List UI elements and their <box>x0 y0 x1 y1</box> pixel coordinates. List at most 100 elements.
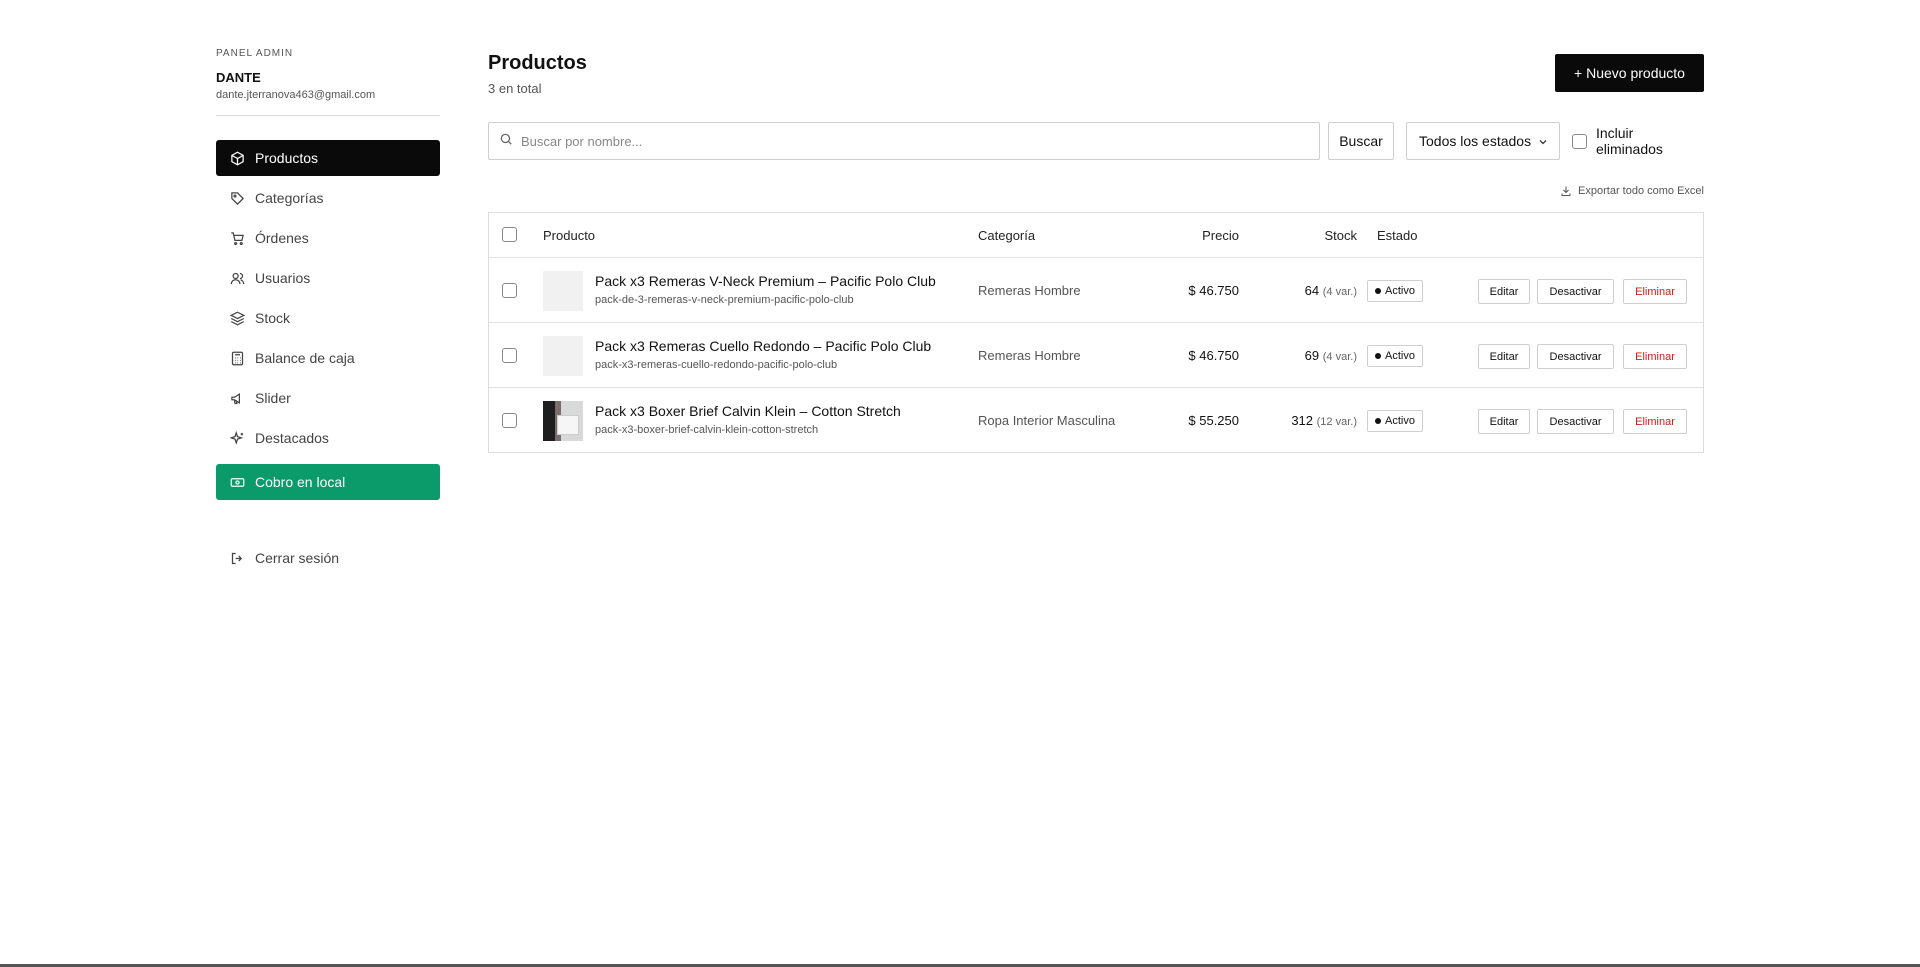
table-row: Pack x3 Remeras Cuello Redondo – Pacific… <box>489 322 1703 387</box>
include-deleted-toggle[interactable]: Incluir eliminados <box>1572 122 1704 160</box>
megaphone-icon <box>228 389 246 407</box>
sidebar-item-label: Stock <box>255 310 291 326</box>
stock-variants: (12 var.) <box>1316 416 1357 428</box>
product-slug: pack-x3-remeras-cuello-redondo-pacific-p… <box>595 359 838 371</box>
sparkles-icon <box>228 429 246 447</box>
row-checkbox[interactable] <box>502 283 517 298</box>
status-dot-icon <box>1375 353 1381 359</box>
deactivate-button[interactable]: Desactivar <box>1537 279 1614 304</box>
delete-button[interactable]: Eliminar <box>1623 344 1687 369</box>
box-icon <box>228 149 246 167</box>
status-badge: Activo <box>1367 345 1423 367</box>
sidebar-item-label: Usuarios <box>255 270 311 286</box>
column-header-product: Producto <box>543 228 596 243</box>
table-header: Producto Categoría Precio Stock Estado <box>489 213 1703 257</box>
sidebar-item-slider[interactable]: Slider <box>216 380 440 416</box>
stock-variants: (4 var.) <box>1322 351 1357 363</box>
stock-count: 312 <box>1291 413 1314 428</box>
column-header-status: Estado <box>1377 228 1418 243</box>
product-category: Remeras Hombre <box>978 283 1081 298</box>
sidebar-item-usuarios[interactable]: Usuarios <box>216 260 440 296</box>
sidebar-item-categorias[interactable]: Categorías <box>216 180 440 216</box>
status-select[interactable]: Todos los estados <box>1406 122 1560 160</box>
row-checkbox[interactable] <box>502 413 517 428</box>
calculator-icon <box>228 349 246 367</box>
panel-kicker: PANEL ADMIN <box>216 48 294 59</box>
edit-button[interactable]: Editar <box>1478 344 1530 369</box>
user-name: DANTE <box>216 70 261 85</box>
stock-variants: (4 var.) <box>1322 286 1357 298</box>
product-price: $ 46.750 <box>1188 348 1239 363</box>
product-stock: 312 (12 var.) <box>1249 413 1357 428</box>
delete-button[interactable]: Eliminar <box>1623 279 1687 304</box>
sidebar-nav: Productos Categorías Órdenes Usuarios St… <box>216 140 440 576</box>
layers-icon <box>228 309 246 327</box>
product-name: Pack x3 Remeras Cuello Redondo – Pacific… <box>595 338 932 354</box>
sidebar-item-balance-de-caja[interactable]: Balance de caja <box>216 340 440 376</box>
sidebar-item-label: Slider <box>255 390 291 406</box>
edit-button[interactable]: Editar <box>1478 279 1530 304</box>
sidebar-item-label: Cobro en local <box>255 474 346 490</box>
cart-icon <box>228 229 246 247</box>
sidebar-item-label: Órdenes <box>255 230 309 246</box>
include-deleted-label: Incluir eliminados <box>1595 125 1663 157</box>
status-label: Activo <box>1385 415 1415 427</box>
table-row: Pack x3 Remeras V-Neck Premium – Pacific… <box>489 257 1703 322</box>
sidebar-item-productos[interactable]: Productos <box>216 140 440 176</box>
search-input[interactable]: Buscar por nombre... <box>488 122 1320 160</box>
sidebar-item-label: Categorías <box>255 190 324 206</box>
search-placeholder: Buscar por nombre... <box>521 133 643 149</box>
tag-icon <box>228 189 246 207</box>
edit-button[interactable]: Editar <box>1478 409 1530 434</box>
sidebar-item-destacados[interactable]: Destacados <box>216 420 440 456</box>
product-name: Pack x3 Boxer Brief Calvin Klein – Cotto… <box>595 403 901 419</box>
logout-label: Cerrar sesión <box>255 550 340 566</box>
sidebar-item-ordenes[interactable]: Órdenes <box>216 220 440 256</box>
search-button[interactable]: Buscar <box>1328 122 1394 160</box>
products-table: Producto Categoría Precio Stock Estado P… <box>488 212 1704 453</box>
status-badge: Activo <box>1367 410 1423 432</box>
sidebar: PANEL ADMIN DANTE dante.jterranova463@gm… <box>216 48 440 580</box>
product-category: Remeras Hombre <box>978 348 1081 363</box>
row-checkbox[interactable] <box>502 348 517 363</box>
column-header-stock: Stock <box>1324 228 1357 243</box>
chevron-down-icon <box>1537 135 1549 151</box>
table-row: Pack x3 Boxer Brief Calvin Klein – Cotto… <box>489 387 1703 452</box>
logout-button[interactable]: Cerrar sesión <box>216 540 440 576</box>
download-icon <box>1560 185 1572 197</box>
product-thumbnail <box>543 336 583 376</box>
product-thumbnail <box>543 401 583 441</box>
status-badge: Activo <box>1367 280 1423 302</box>
stock-count: 64 <box>1304 283 1320 298</box>
main-content: Productos 3 en total + Nuevo producto Bu… <box>488 52 1704 453</box>
status-label: Activo <box>1385 285 1415 297</box>
select-all-checkbox[interactable] <box>502 227 517 242</box>
search-icon <box>499 132 513 151</box>
column-header-price: Precio <box>1202 228 1239 243</box>
status-label: Activo <box>1385 350 1415 362</box>
stock-count: 69 <box>1304 348 1320 363</box>
deactivate-button[interactable]: Desactivar <box>1537 344 1614 369</box>
user-email: dante.jterranova463@gmail.com <box>216 89 376 101</box>
status-dot-icon <box>1375 288 1381 294</box>
product-slug: pack-de-3-remeras-v-neck-premium-pacific… <box>595 294 854 306</box>
status-select-value: Todos los estados <box>1419 133 1532 149</box>
sidebar-item-stock[interactable]: Stock <box>216 300 440 336</box>
users-icon <box>228 269 246 287</box>
product-slug: pack-x3-boxer-brief-calvin-klein-cotton-… <box>595 424 819 436</box>
product-price: $ 55.250 <box>1188 413 1239 428</box>
sidebar-item-cobro-en-local[interactable]: Cobro en local <box>216 464 440 500</box>
include-deleted-checkbox[interactable] <box>1572 133 1587 149</box>
page-title: Productos <box>488 52 587 74</box>
sidebar-item-label: Productos <box>255 150 319 166</box>
export-label: Exportar todo como Excel <box>1578 185 1704 197</box>
delete-button[interactable]: Eliminar <box>1623 409 1687 434</box>
logout-icon <box>228 549 246 567</box>
deactivate-button[interactable]: Desactivar <box>1537 409 1614 434</box>
page-subtitle: 3 en total <box>488 81 542 96</box>
product-name: Pack x3 Remeras V-Neck Premium – Pacific… <box>595 273 936 289</box>
export-excel-link[interactable]: Exportar todo como Excel <box>1560 185 1704 197</box>
sidebar-item-label: Destacados <box>255 430 329 446</box>
new-product-button[interactable]: + Nuevo producto <box>1555 54 1704 92</box>
product-price: $ 46.750 <box>1188 283 1239 298</box>
